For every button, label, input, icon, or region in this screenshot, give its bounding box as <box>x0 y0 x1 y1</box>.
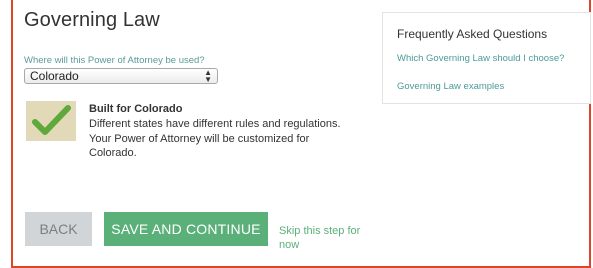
select-arrows-icon: ▲ ▼ <box>204 68 212 84</box>
built-for-title: Built for Colorado <box>89 103 183 115</box>
faq-panel: Frequently Asked Questions Which Governi… <box>382 12 591 104</box>
state-select-label: Where will this Power of Attorney be use… <box>24 55 205 66</box>
state-select-value: Colorado <box>30 69 79 83</box>
state-select[interactable]: Colorado ▲ ▼ <box>24 68 218 84</box>
page-title: Governing Law <box>24 9 160 31</box>
built-for-description: Different states have different rules an… <box>89 118 341 159</box>
save-and-continue-button[interactable]: SAVE AND CONTINUE <box>104 212 268 246</box>
faq-title: Frequently Asked Questions <box>397 27 548 41</box>
skip-step-link[interactable]: Skip this step for now <box>279 224 379 252</box>
faq-link-which-law[interactable]: Which Governing Law should I choose? <box>397 53 564 64</box>
checkmark-icon <box>26 101 76 141</box>
content-frame: Governing Law Where will this Power of A… <box>11 0 591 268</box>
faq-link-examples[interactable]: Governing Law examples <box>397 81 504 92</box>
back-button[interactable]: BACK <box>25 212 92 246</box>
